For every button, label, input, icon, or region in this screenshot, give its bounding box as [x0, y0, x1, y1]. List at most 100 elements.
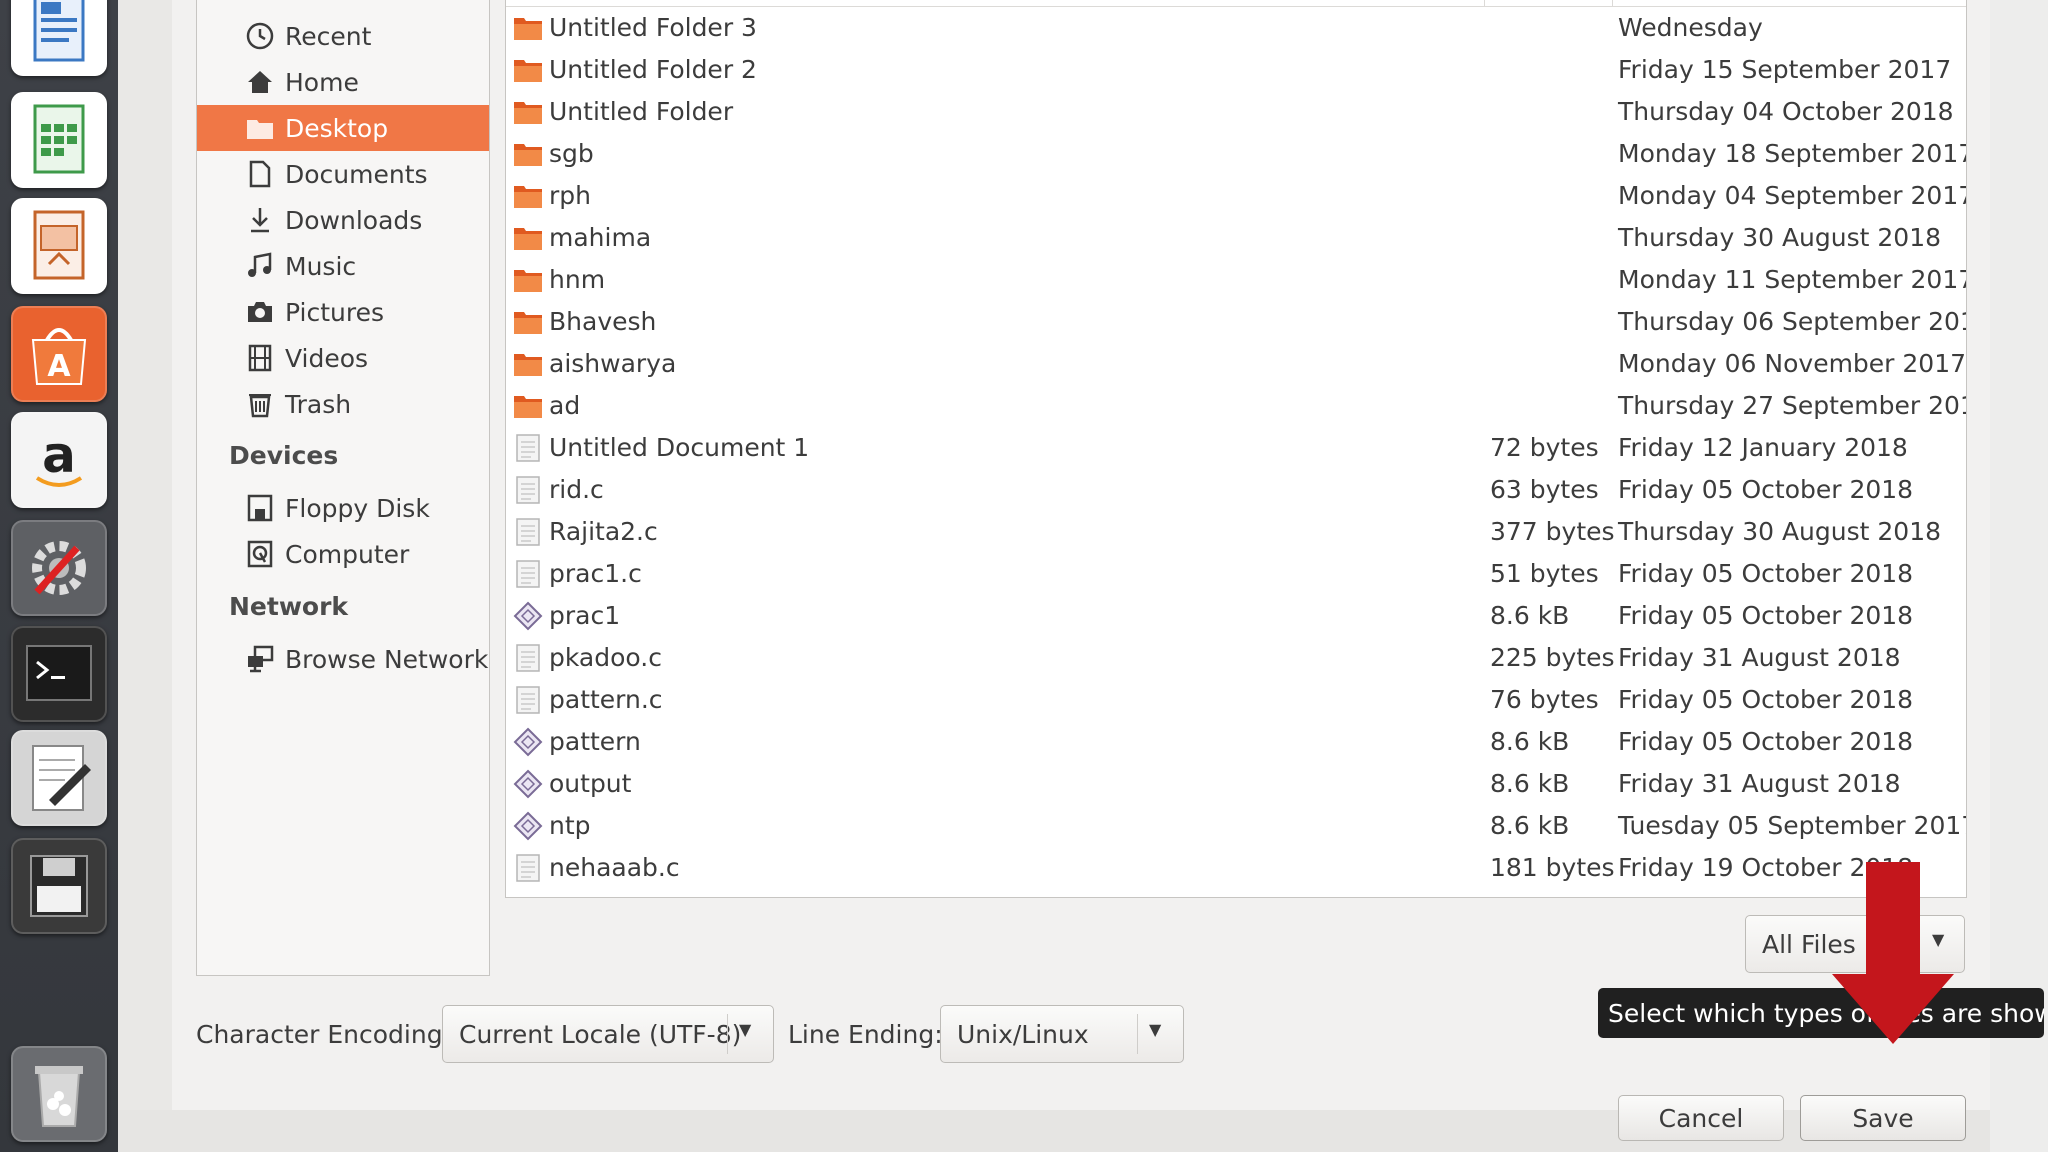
file-name: Untitled Folder 3 [549, 13, 757, 42]
file-name: pattern.c [549, 685, 663, 714]
sidebar-item-label: Downloads [285, 205, 423, 235]
encoding-dropdown[interactable]: Current Locale (UTF-8) ▼ [442, 1005, 774, 1063]
line-ending-dropdown[interactable]: Unix/Linux ▼ [940, 1005, 1184, 1063]
annotation-arrow-icon [1832, 862, 1954, 1044]
sidebar-item-music[interactable]: Music [197, 243, 489, 289]
text-editor-icon[interactable] [11, 730, 107, 826]
sidebar-item-label: Documents [285, 159, 428, 189]
file-row[interactable]: mahima Thursday 30 August 2018 [506, 217, 1956, 259]
trash-icon [245, 389, 275, 419]
file-row[interactable]: Untitled Folder Thursday 04 October 2018 [506, 91, 1956, 133]
terminal-icon[interactable] [11, 626, 107, 722]
file-size: 63 bytes [1490, 475, 1599, 504]
file-row[interactable]: prac1 8.6 kB Friday 05 October 2018 [506, 595, 1956, 637]
file-row[interactable]: ad Thursday 27 September 2018 [506, 385, 1966, 427]
column-separator[interactable] [1484, 0, 1485, 6]
folder-icon [514, 102, 542, 124]
network-icon [245, 644, 275, 674]
sidebar-item-videos[interactable]: Videos [197, 335, 489, 381]
sidebar-item-pictures[interactable]: Pictures [197, 289, 489, 335]
impress-icon[interactable] [11, 198, 107, 294]
file-modified: Friday 05 October 2018 [1618, 727, 1914, 756]
file-modified: Monday 04 September 2017 [1618, 181, 1967, 210]
file-row[interactable]: Untitled Document 1 72 bytes Friday 12 Jan… [506, 427, 1956, 469]
file-row[interactable]: ntp 8.6 kB Tuesday 05 September 2017 [506, 805, 1966, 847]
file-name: rid.c [549, 475, 604, 504]
file-list[interactable]: Untitled Folder 3 Wednesday Untitled Folde… [505, 0, 1967, 898]
sidebar-item-trash[interactable]: Trash [197, 381, 489, 427]
network-header: Network [229, 592, 349, 621]
file-row[interactable]: pkadoo.c 225 bytes Friday 31 August 2018 [506, 637, 1956, 679]
sidebar-item-computer[interactable]: Computer [197, 531, 489, 577]
file-size: 8.6 kB [1490, 769, 1570, 798]
file-name: ntp [549, 811, 591, 840]
file-row[interactable]: Rajita2.c 377 bytes Thursday 30 August 201… [506, 511, 1956, 553]
trash-icon[interactable] [11, 1046, 107, 1142]
film-icon [245, 343, 275, 373]
file-row[interactable]: aishwarya Monday 06 November 2017 [506, 343, 1966, 385]
chevron-down-icon: ▼ [739, 1020, 752, 1039]
dialog-right-margin [1990, 0, 2048, 1152]
file-row[interactable]: pattern.c 76 bytes Friday 05 October 2018 [506, 679, 1956, 721]
file-modified: Monday 11 September 2017 [1618, 265, 1967, 294]
folder-icon [514, 144, 542, 166]
column-separator[interactable] [1612, 0, 1613, 6]
file-name: mahima [549, 223, 652, 252]
file-row[interactable]: rid.c 63 bytes Friday 05 October 2018 [506, 469, 1956, 511]
file-row[interactable]: output 8.6 kB Friday 31 August 2018 [506, 763, 1956, 805]
sidebar-item-browse-network[interactable]: Browse Network [197, 636, 489, 682]
amazon-icon[interactable]: a [11, 412, 107, 508]
file-row[interactable]: nehaaab.c 181 bytes Friday 19 October 2018 [506, 847, 1956, 889]
sidebar-item-floppy-disk[interactable]: Floppy Disk [197, 485, 489, 531]
file-name: output [549, 769, 632, 798]
devices-header: Devices [229, 441, 339, 470]
file-row[interactable]: hnm Monday 11 September 2017 [506, 259, 1966, 301]
file-row[interactable]: pattern 8.6 kB Friday 05 October 2018 [506, 721, 1956, 763]
folder-icon [514, 396, 542, 418]
encoding-label: Character Encoding: [196, 1020, 452, 1049]
home-icon [245, 67, 275, 97]
file-row[interactable]: Untitled Folder 3 Wednesday [506, 7, 1956, 49]
save-button[interactable]: Save [1800, 1095, 1966, 1141]
calc-icon[interactable] [11, 92, 107, 188]
music-icon [245, 251, 275, 281]
file-modified: Thursday 30 August 2018 [1618, 517, 1942, 546]
file-modified: Monday 06 November 2017 [1618, 349, 1967, 378]
file-row[interactable]: rph Monday 04 September 2017 [506, 175, 1966, 217]
text-file-icon [516, 686, 540, 714]
folder-icon [514, 312, 542, 334]
sidebar-item-recent[interactable]: Recent [197, 13, 489, 59]
system-settings-icon[interactable] [11, 520, 107, 616]
chevron-down-icon: ▼ [1149, 1020, 1162, 1039]
file-row[interactable]: prac1.c 51 bytes Friday 05 October 2018 [506, 553, 1956, 595]
executable-icon [513, 727, 543, 757]
file-modified: Friday 05 October 2018 [1618, 559, 1914, 588]
file-row[interactable]: Bhavesh Thursday 06 September 2018 [506, 301, 1966, 343]
software-center-icon[interactable]: A [11, 306, 107, 402]
svg-text:a: a [42, 426, 76, 484]
sidebar-item-label: Browse Network [285, 644, 489, 674]
file-modified: Thursday 30 August 2018 [1618, 223, 1942, 252]
file-row[interactable]: sgb Monday 18 September 2017 [506, 133, 1966, 175]
file-name: rph [549, 181, 591, 210]
file-size: 8.6 kB [1490, 727, 1570, 756]
sidebar-item-home[interactable]: Home [197, 59, 489, 105]
file-name: pkadoo.c [549, 643, 662, 672]
line-ending-label: Line Ending: [788, 1020, 943, 1049]
camera-icon [245, 297, 275, 327]
file-modified: Monday 18 September 2017 [1618, 139, 1967, 168]
writer-icon[interactable] [11, 0, 107, 76]
combo-separator [727, 1014, 728, 1054]
sidebar-item-desktop[interactable]: Desktop [197, 105, 489, 151]
folder-icon [514, 228, 542, 250]
sidebar-item-label: Music [285, 251, 357, 281]
sidebar-item-label: Videos [285, 343, 369, 373]
file-modified: Friday 31 August 2018 [1618, 643, 1901, 672]
cancel-button[interactable]: Cancel [1618, 1095, 1784, 1141]
file-row[interactable]: Untitled Folder 2 Friday 15 September 201… [506, 49, 1956, 91]
unity-launcher: A a [0, 0, 118, 1152]
file-modified: Friday 12 January 2018 [1618, 433, 1908, 462]
sidebar-item-documents[interactable]: Documents [197, 151, 489, 197]
floppy-save-icon[interactable] [11, 838, 107, 934]
sidebar-item-downloads[interactable]: Downloads [197, 197, 489, 243]
